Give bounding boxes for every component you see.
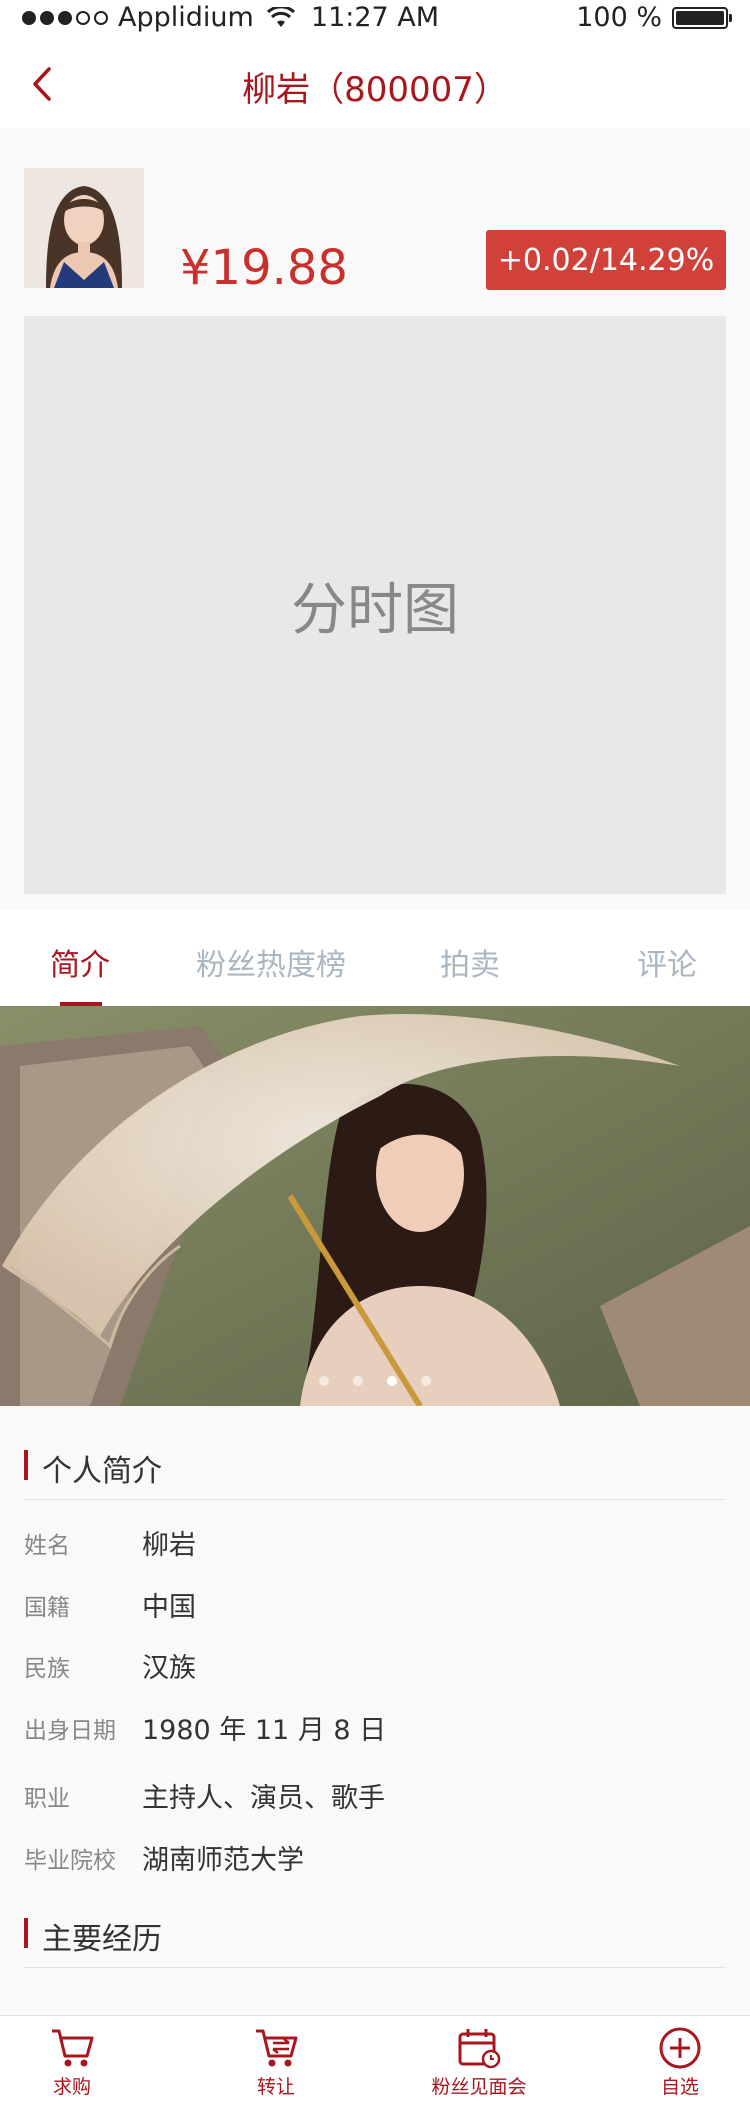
buy-request-button[interactable]: 求购 [0, 2026, 152, 2099]
info-row-name: 姓名 柳岩 [24, 1516, 726, 1566]
avatar[interactable] [24, 168, 144, 288]
pager-dot[interactable] [319, 1376, 329, 1386]
tab-comments[interactable]: 评论 [637, 940, 697, 984]
profile-section-title: 个人简介 [42, 1454, 162, 1489]
section-accent-bar [24, 1450, 28, 1480]
add-watchlist-button[interactable]: 自选 [600, 2026, 750, 2099]
avatar-portrait [24, 168, 144, 288]
photo-banner[interactable] [0, 1006, 750, 1406]
calendar-clock-icon [458, 2029, 501, 2069]
banner-photo [0, 1006, 750, 1406]
info-row-birthdate: 出身日期 1980 年 11 月 8 日 [24, 1701, 726, 1751]
info-label: 民族 [24, 1656, 70, 1682]
pager-dot[interactable] [421, 1376, 431, 1386]
info-row-nationality: 国籍 中国 [24, 1578, 726, 1628]
bottom-label: 粉丝见面会 [431, 2076, 527, 2098]
info-value: 柳岩 [142, 1530, 196, 1561]
info-label: 职业 [24, 1786, 70, 1812]
experience-section-title: 主要经历 [42, 1922, 162, 1957]
battery-percent: 100 % [576, 2, 662, 33]
info-value: 主持人、演员、歌手 [142, 1783, 385, 1814]
status-right: 100 % [576, 2, 732, 33]
bottom-label: 转让 [256, 2076, 295, 2098]
nav-bar: 柳岩（800007） [0, 40, 750, 128]
info-row-occupation: 职业 主持人、演员、歌手 [24, 1769, 726, 1819]
bottom-action-bar: 求购 转让 粉丝见面会 自选 [0, 2015, 750, 2115]
pager-dot[interactable] [353, 1376, 363, 1386]
intraday-chart-placeholder[interactable]: 分时图 [24, 316, 726, 894]
info-row-ethnicity: 民族 汉族 [24, 1639, 726, 1689]
banner-pager [0, 1376, 750, 1386]
bottom-label: 求购 [52, 2076, 91, 2098]
info-row-school: 毕业院校 湖南师范大学 [24, 1831, 726, 1881]
info-label: 国籍 [24, 1595, 70, 1621]
cart-transfer-icon [256, 2029, 298, 2067]
tab-bar: 简介 粉丝热度榜 拍卖 评论 [0, 910, 750, 1006]
info-label: 毕业院校 [24, 1848, 116, 1874]
info-value: 中国 [142, 1592, 196, 1623]
info-value: 1980 年 11 月 8 日 [142, 1715, 387, 1746]
pager-dot-active[interactable] [387, 1376, 397, 1386]
page-title: 柳岩（800007） [242, 70, 508, 110]
info-label: 姓名 [24, 1533, 70, 1559]
price-change-badge: +0.02/14.29% [486, 230, 726, 290]
info-value: 汉族 [142, 1653, 196, 1684]
tab-auction[interactable]: 拍卖 [440, 940, 500, 984]
plus-circle-icon [659, 2027, 701, 2069]
cart-icon [52, 2029, 94, 2067]
tab-intro[interactable]: 简介 [50, 940, 110, 984]
battery-icon [672, 6, 732, 29]
profile-section-header: 个人简介 [24, 1420, 726, 1500]
tab-fan-ranking[interactable]: 粉丝热度榜 [196, 940, 346, 984]
info-label: 出身日期 [24, 1718, 116, 1744]
quote-header: ¥19.88 +0.02/14.29% 分时图 [0, 128, 750, 910]
current-price: ¥19.88 [180, 240, 348, 296]
bottom-label: 自选 [660, 2076, 699, 2098]
transfer-button[interactable]: 转让 [196, 2026, 356, 2099]
fan-meeting-button[interactable]: 粉丝见面会 [399, 2026, 559, 2099]
status-bar: Applidium 11:27 AM 100 % [0, 0, 750, 40]
section-accent-bar [24, 1918, 28, 1948]
info-value: 湖南师范大学 [142, 1845, 304, 1876]
experience-section-header: 主要经历 [24, 1888, 726, 1968]
